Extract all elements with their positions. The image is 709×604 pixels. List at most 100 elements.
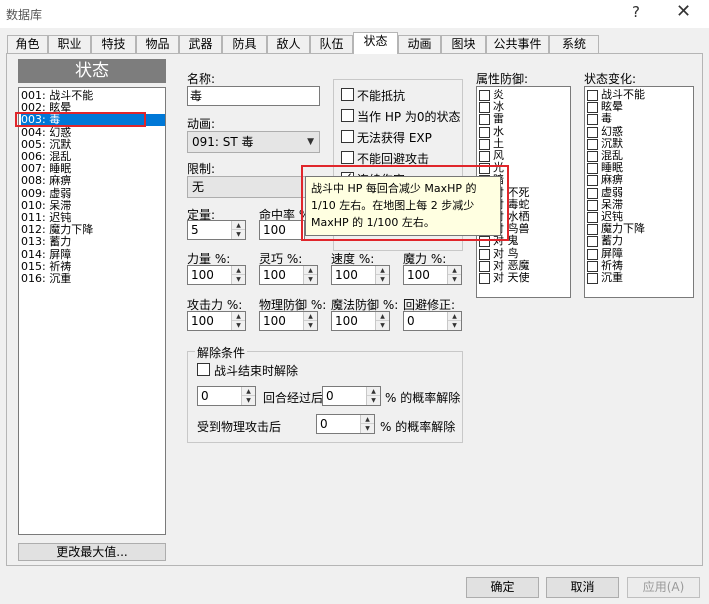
tab-3[interactable]: 特技 <box>91 35 136 54</box>
phys-pct-spinner[interactable]: 0 ▲ ▼ <box>316 414 375 434</box>
state-change-checkbox[interactable] <box>587 175 598 187</box>
spin-up-icon[interactable]: ▲ <box>304 266 317 275</box>
tab-12[interactable]: 公共事件 <box>486 35 549 54</box>
spin-down-icon[interactable]: ▼ <box>242 396 255 405</box>
element-defense-checkbox[interactable] <box>479 126 490 138</box>
spin-down-icon[interactable]: ▼ <box>367 396 380 405</box>
stat-spinner[interactable]: 100 ▲ ▼ <box>187 265 246 285</box>
spin-up-icon[interactable]: ▲ <box>232 266 245 275</box>
stat-spinner[interactable]: 100 ▲ ▼ <box>331 311 390 331</box>
element-defense-checkbox[interactable] <box>479 151 490 162</box>
option-checkbox[interactable] <box>341 130 354 143</box>
spin-down-icon[interactable]: ▼ <box>232 321 245 330</box>
state-list-item[interactable]: 004: 幻惑 <box>21 126 71 139</box>
tab-7[interactable]: 敌人 <box>267 35 310 54</box>
tab-9[interactable]: 状态 <box>353 32 398 54</box>
state-change-checkbox[interactable] <box>587 248 598 260</box>
state-change-checkbox[interactable] <box>587 273 598 284</box>
element-defense-checkbox[interactable] <box>479 248 490 260</box>
state-change-list[interactable]: 战斗不能 眩晕毒幻惑 沉默 混乱 睡眠 麻痹 虚弱 呆滞 迟钝 魔力下降 蓄力 屏障 祈祷 沉重 <box>584 86 694 298</box>
element-defense-checkbox[interactable] <box>479 90 490 101</box>
spin-up-icon[interactable]: ▲ <box>361 415 374 424</box>
state-change-checkbox[interactable] <box>587 163 598 175</box>
element-defense-checkbox[interactable] <box>479 273 490 284</box>
name-input[interactable]: 毒 <box>187 86 320 106</box>
tab-5[interactable]: 武器 <box>179 35 222 54</box>
spin-up-icon[interactable]: ▲ <box>376 266 389 275</box>
state-list-item[interactable]: 012: 魔力下降 <box>21 224 93 236</box>
state-list-item[interactable]: 006: 混乱 <box>21 151 71 163</box>
spin-down-icon[interactable]: ▼ <box>376 275 389 284</box>
state-list-item[interactable]: 015: 祈祷 <box>21 260 71 273</box>
spin-down-icon[interactable]: ▼ <box>232 275 245 284</box>
battle-end-release-checkbox[interactable] <box>197 363 210 376</box>
state-change-checkbox[interactable] <box>587 102 598 114</box>
option-checkbox[interactable] <box>341 109 354 122</box>
option-checkbox[interactable] <box>341 88 354 101</box>
option-checkbox[interactable] <box>341 151 354 164</box>
state-list-item[interactable]: 016: 沉重 <box>21 273 71 285</box>
state-list-item[interactable]: 009: 虚弱 <box>21 187 71 200</box>
change-max-button[interactable]: 更改最大值... <box>18 543 166 561</box>
spin-up-icon[interactable]: ▲ <box>367 387 380 396</box>
state-change-checkbox[interactable] <box>587 90 598 101</box>
apply-button[interactable]: 应用(A) <box>627 577 700 598</box>
spin-down-icon[interactable]: ▼ <box>361 424 374 433</box>
state-change-checkbox[interactable] <box>587 138 598 150</box>
element-defense-checkbox[interactable] <box>479 102 490 114</box>
ok-button[interactable]: 确定 <box>466 577 539 598</box>
spin-up-icon[interactable]: ▲ <box>232 312 245 321</box>
stat-spinner[interactable]: 100 ▲ ▼ <box>259 311 318 331</box>
spin-down-icon[interactable]: ▼ <box>448 275 461 284</box>
spin-down-icon[interactable]: ▼ <box>232 230 245 239</box>
tab-6[interactable]: 防具 <box>222 35 267 54</box>
tab-2[interactable]: 职业 <box>48 35 91 54</box>
state-list-item[interactable]: 013: 蓄力 <box>21 236 71 248</box>
element-defense-checkbox[interactable] <box>479 114 490 126</box>
element-defense-checkbox[interactable] <box>479 260 490 272</box>
animation-select[interactable]: 091: ST 毒 ▼ <box>187 131 320 153</box>
state-change-checkbox[interactable] <box>587 224 598 236</box>
cancel-button[interactable]: 取消 <box>546 577 619 598</box>
hit-rate-spinner[interactable]: 100 <box>259 220 305 240</box>
state-listbox[interactable]: 001: 战斗不能 002: 眩晕 003: 毒 004: 幻惑 005: 沉默 006:… <box>18 87 166 535</box>
tab-8[interactable]: 队伍 <box>310 35 353 54</box>
stat-spinner[interactable]: 100 ▲ ▼ <box>187 311 246 331</box>
turns-pct-spinner[interactable]: 0 ▲ ▼ <box>322 386 381 406</box>
spin-up-icon[interactable]: ▲ <box>376 312 389 321</box>
stat-spinner[interactable]: 100 ▲ ▼ <box>403 265 462 285</box>
state-change-checkbox[interactable] <box>587 236 598 248</box>
tab-10[interactable]: 动画 <box>398 35 441 54</box>
state-list-item[interactable]: 014: 屏障 <box>21 248 71 261</box>
spin-up-icon[interactable]: ▲ <box>448 312 461 321</box>
state-list-item[interactable]: 010: 呆滞 <box>21 199 71 212</box>
state-change-checkbox[interactable] <box>587 187 598 199</box>
help-icon[interactable]: ? <box>632 3 640 21</box>
state-list-item[interactable]: 008: 麻痹 <box>21 175 71 187</box>
spin-up-icon[interactable]: ▲ <box>232 221 245 230</box>
spin-up-icon[interactable]: ▲ <box>448 266 461 275</box>
state-list-item[interactable]: 005: 沉默 <box>21 138 71 151</box>
state-change-checkbox[interactable] <box>587 114 598 126</box>
spin-down-icon[interactable]: ▼ <box>304 321 317 330</box>
tab-11[interactable]: 图块 <box>441 35 486 54</box>
spin-down-icon[interactable]: ▼ <box>448 321 461 330</box>
turns-spinner[interactable]: 0 ▲ ▼ <box>197 386 256 406</box>
spin-down-icon[interactable]: ▼ <box>304 275 317 284</box>
rating-spinner[interactable]: 5 ▲ ▼ <box>187 220 246 240</box>
stat-spinner[interactable]: 0 ▲ ▼ <box>403 311 462 331</box>
state-change-checkbox[interactable] <box>587 126 598 138</box>
state-change-checkbox[interactable] <box>587 212 598 223</box>
spin-down-icon[interactable]: ▼ <box>376 321 389 330</box>
tab-1[interactable]: 角色 <box>7 35 48 54</box>
element-defense-checkbox[interactable] <box>479 138 490 150</box>
spin-up-icon[interactable]: ▲ <box>304 312 317 321</box>
close-icon[interactable]: ✕ <box>676 1 691 22</box>
stat-spinner[interactable]: 100 ▲ ▼ <box>331 265 390 285</box>
tab-13[interactable]: 系统 <box>549 35 599 54</box>
state-change-checkbox[interactable] <box>587 199 598 211</box>
state-change-checkbox[interactable] <box>587 151 598 162</box>
tab-4[interactable]: 物品 <box>136 35 179 54</box>
spin-up-icon[interactable]: ▲ <box>242 387 255 396</box>
state-change-checkbox[interactable] <box>587 260 598 272</box>
